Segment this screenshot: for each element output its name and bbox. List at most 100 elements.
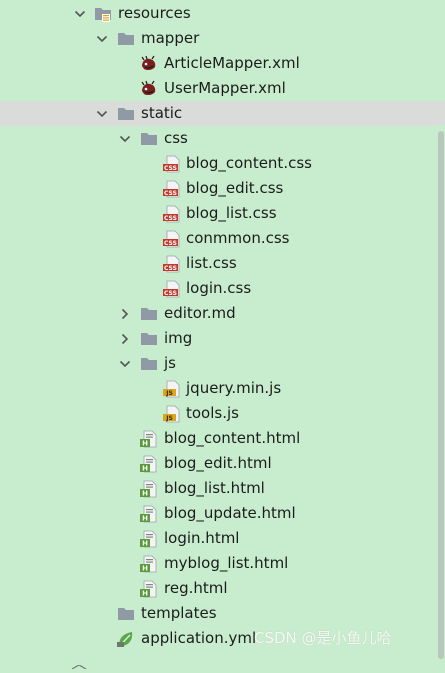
tree-label: blog_content.css	[186, 154, 312, 172]
tree-label: list.css	[186, 254, 237, 272]
css-file-icon: CSS	[163, 255, 181, 273]
tree-label: static	[141, 104, 183, 122]
svg-text:JS: JS	[165, 390, 173, 397]
tree-row-resources[interactable]: resources	[0, 1, 445, 26]
folder-icon	[140, 355, 158, 373]
tree-row-blog-edit-css[interactable]: CSS blog_edit.css	[0, 176, 445, 201]
tree-row-reg-html[interactable]: H reg.html	[0, 576, 445, 601]
chevron-down-icon[interactable]	[73, 7, 87, 21]
tree-row-img[interactable]: img	[0, 326, 445, 351]
tree-label: UserMapper.xml	[164, 79, 286, 97]
svg-text:JS: JS	[165, 415, 173, 422]
tree-label: blog_edit.css	[186, 179, 284, 197]
svg-text:H: H	[142, 490, 148, 498]
tree-label: img	[164, 329, 193, 347]
mybatis-xml-icon	[140, 55, 158, 73]
tree-row-templates[interactable]: templates	[0, 601, 445, 626]
tree-label: mapper	[141, 29, 200, 47]
tree-label: login.html	[164, 529, 240, 547]
html-file-icon: H	[140, 530, 158, 548]
tree-row-blog-list-html[interactable]: H blog_list.html	[0, 476, 445, 501]
css-file-icon: CSS	[163, 230, 181, 248]
tree-row-css[interactable]: css	[0, 126, 445, 151]
svg-text:H: H	[142, 565, 148, 573]
tree-row-list-css[interactable]: CSS list.css	[0, 251, 445, 276]
project-tree: resources mapper ArticleMapper.xml UserM…	[0, 0, 445, 659]
watermark: CSDN @是小鱼儿哈	[254, 629, 392, 647]
tree-label: ArticleMapper.xml	[164, 54, 300, 72]
tree-label: blog_update.html	[164, 504, 296, 522]
tree-label: application.yml	[141, 629, 257, 647]
tree-row-blog-content-html[interactable]: H blog_content.html	[0, 426, 445, 451]
chevron-right-icon[interactable]	[118, 332, 132, 346]
folder-icon	[117, 30, 135, 48]
chevron-down-icon[interactable]	[118, 132, 132, 146]
tree-label: login.css	[186, 279, 252, 297]
svg-text:CSS: CSS	[164, 215, 177, 222]
tree-label: css	[164, 129, 188, 147]
svg-text:CSS: CSS	[164, 265, 177, 272]
tree-row-blog-content-css[interactable]: CSS blog_content.css	[0, 151, 445, 176]
html-file-icon: H	[140, 580, 158, 598]
css-file-icon: CSS	[163, 205, 181, 223]
folder-icon	[117, 605, 135, 623]
tree-label: conmmon.css	[186, 229, 290, 247]
tree-row-js[interactable]: js	[0, 351, 445, 376]
svg-text:H: H	[142, 465, 148, 473]
tree-row-editor-md[interactable]: editor.md	[0, 301, 445, 326]
mybatis-xml-icon	[140, 80, 158, 98]
tree-row-conmmon-css[interactable]: CSS conmmon.css	[0, 226, 445, 251]
tree-row-usermapper-xml[interactable]: UserMapper.xml	[0, 76, 445, 101]
tree-label: blog_content.html	[164, 429, 301, 447]
svg-text:CSS: CSS	[164, 165, 177, 172]
svg-text:H: H	[142, 540, 148, 548]
tree-label: tools.js	[186, 404, 239, 422]
folder-icon	[140, 305, 158, 323]
chevron-down-icon[interactable]	[118, 357, 132, 371]
css-file-icon: CSS	[163, 280, 181, 298]
tree-label: myblog_list.html	[164, 554, 289, 572]
chevron-right-icon	[70, 655, 88, 670]
scrollbar-thumb[interactable]	[438, 131, 444, 659]
folder-icon	[117, 105, 135, 123]
tree-row-myblog-list-html[interactable]: H myblog_list.html	[0, 551, 445, 576]
html-file-icon: H	[140, 480, 158, 498]
tree-label: blog_edit.html	[164, 454, 272, 472]
tree-row-login-html[interactable]: H login.html	[0, 526, 445, 551]
svg-text:H: H	[142, 440, 148, 448]
tree-label: jquery.min.js	[186, 379, 282, 397]
tree-row-tools-js[interactable]: JS tools.js	[0, 401, 445, 426]
tree-row-blog-update-html[interactable]: H blog_update.html	[0, 501, 445, 526]
folder-icon	[140, 130, 158, 148]
html-file-icon: H	[140, 430, 158, 448]
tree-label: blog_list.html	[164, 479, 265, 497]
tree-row-login-css[interactable]: CSS login.css	[0, 276, 445, 301]
tree-row-static[interactable]: static	[0, 101, 445, 126]
svg-text:CSS: CSS	[164, 240, 177, 247]
tree-label: templates	[141, 604, 217, 622]
tree-row-mapper[interactable]: mapper	[0, 26, 445, 51]
css-file-icon: CSS	[163, 180, 181, 198]
tree-row-jquery-min-js[interactable]: JS jquery.min.js	[0, 376, 445, 401]
chevron-down-icon[interactable]	[95, 107, 109, 121]
svg-text:H: H	[142, 590, 148, 598]
css-file-icon: CSS	[163, 155, 181, 173]
resources-folder-icon	[94, 5, 112, 23]
tree-label: reg.html	[164, 579, 228, 597]
tree-label: blog_list.css	[186, 204, 277, 222]
svg-text:H: H	[142, 515, 148, 523]
tree-label: resources	[118, 4, 191, 22]
tree-label: js	[164, 354, 176, 372]
folder-icon	[140, 330, 158, 348]
html-file-icon: H	[140, 505, 158, 523]
svg-text:CSS: CSS	[164, 190, 177, 197]
tree-label: editor.md	[164, 304, 236, 322]
tree-row-articlemapper-xml[interactable]: ArticleMapper.xml	[0, 51, 445, 76]
spring-yml-icon	[117, 630, 135, 648]
html-file-icon: H	[140, 555, 158, 573]
tree-row-blog-list-css[interactable]: CSS blog_list.css	[0, 201, 445, 226]
js-file-icon: JS	[163, 405, 181, 423]
chevron-down-icon[interactable]	[95, 32, 109, 46]
tree-row-blog-edit-html[interactable]: H blog_edit.html	[0, 451, 445, 476]
chevron-right-icon[interactable]	[118, 307, 132, 321]
